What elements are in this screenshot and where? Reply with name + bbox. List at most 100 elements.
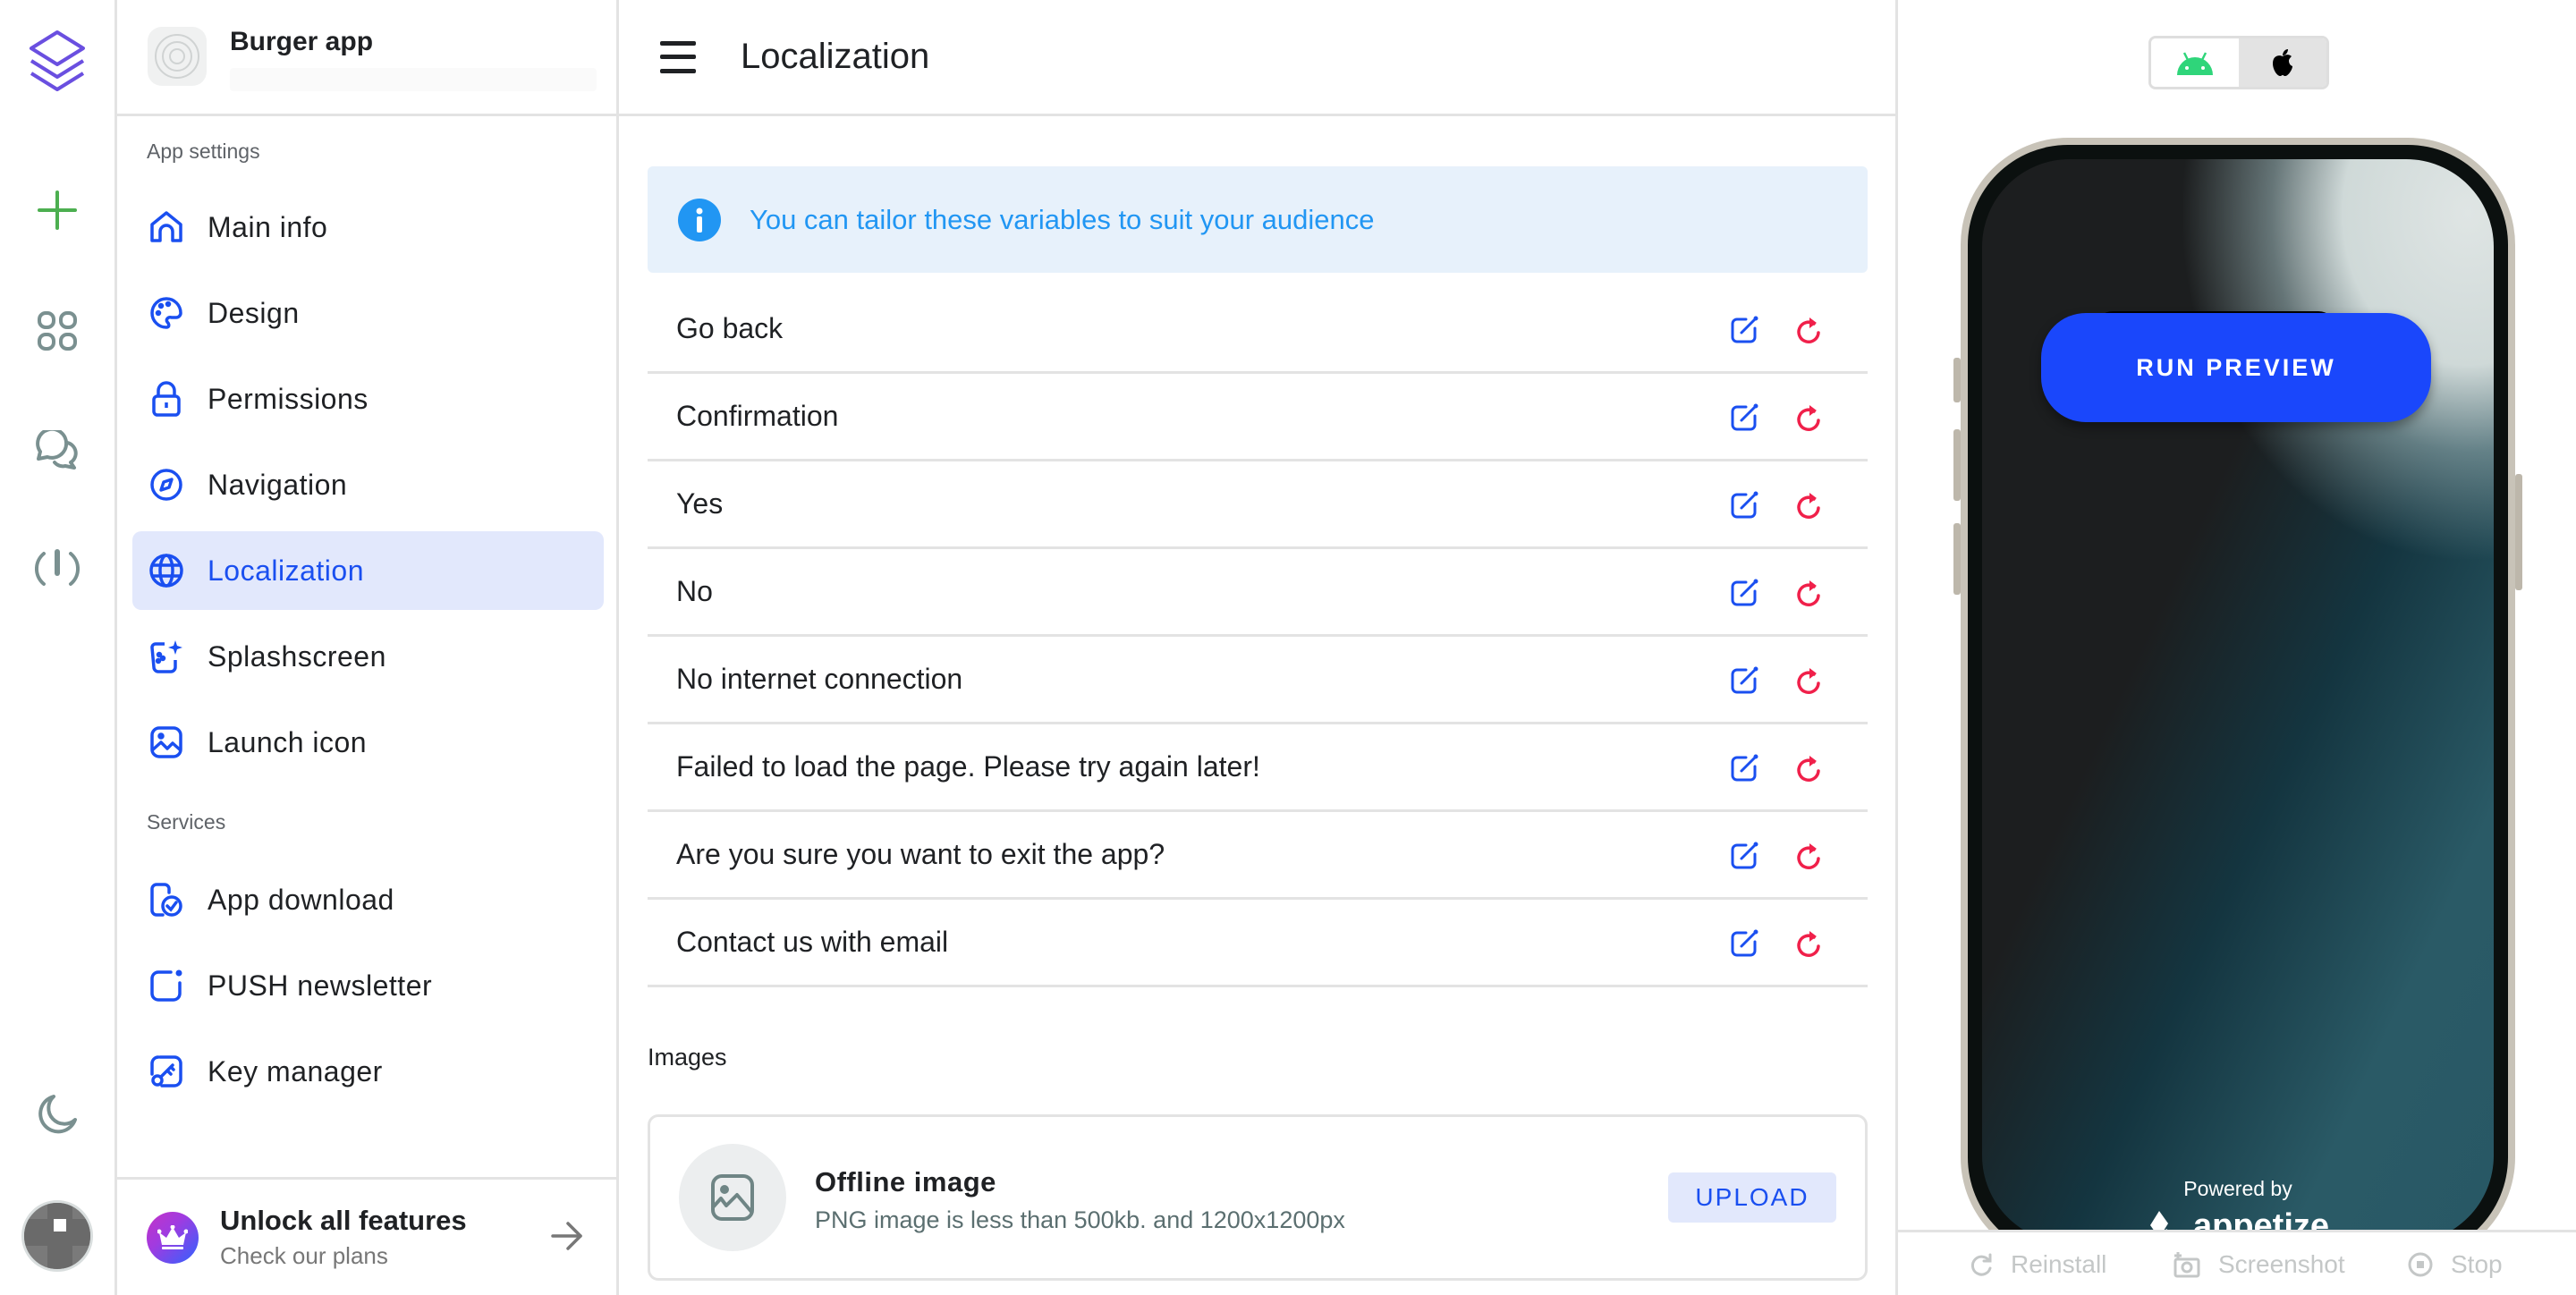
sidebar-item-key-manager[interactable]: Key manager bbox=[132, 1032, 604, 1111]
rail-home-button[interactable] bbox=[0, 25, 114, 97]
sidebar-item-label: Splashscreen bbox=[208, 639, 386, 673]
reset-icon[interactable] bbox=[1794, 928, 1823, 959]
camera-icon bbox=[2174, 1252, 2200, 1278]
edit-icon[interactable] bbox=[1730, 403, 1758, 432]
variable-row: Yes bbox=[648, 461, 1868, 549]
sidebar-item-label: Design bbox=[208, 296, 300, 329]
sidebar-item-label: Localization bbox=[208, 554, 364, 587]
app-header[interactable]: Burger app bbox=[117, 0, 616, 116]
edit-icon[interactable] bbox=[1730, 929, 1758, 958]
app-logo bbox=[148, 27, 207, 86]
stop-icon bbox=[2408, 1252, 2433, 1277]
sidebar-item-label: App download bbox=[208, 883, 394, 916]
home-icon bbox=[147, 207, 186, 247]
edit-icon[interactable] bbox=[1730, 842, 1758, 870]
sidebar-item-app-download[interactable]: App download bbox=[132, 860, 604, 939]
notification-icon bbox=[147, 966, 186, 1005]
image-placeholder bbox=[679, 1144, 786, 1251]
sidebar-item-push-newsletter[interactable]: PUSH newsletter bbox=[132, 946, 604, 1025]
android-icon bbox=[2177, 52, 2213, 75]
rail-chat-button[interactable] bbox=[0, 424, 114, 478]
os-toggle bbox=[2148, 36, 2329, 89]
reset-icon[interactable] bbox=[1794, 841, 1823, 871]
reset-icon[interactable] bbox=[1794, 665, 1823, 696]
images-heading: Images bbox=[648, 1044, 727, 1071]
user-avatar[interactable] bbox=[21, 1200, 93, 1272]
menu-icon[interactable] bbox=[660, 40, 696, 73]
phone-button bbox=[2515, 474, 2522, 590]
reset-icon[interactable] bbox=[1794, 578, 1823, 608]
device-preview-panel: Powered by appetize RUN PREVIEW Reinstal… bbox=[1898, 0, 2576, 1295]
variable-label: Confirmation bbox=[676, 400, 839, 432]
section-label-app-settings: App settings bbox=[147, 140, 260, 163]
edit-icon[interactable] bbox=[1730, 754, 1758, 783]
phone-frame: Powered by appetize bbox=[1961, 138, 2515, 1265]
page-title: Localization bbox=[741, 37, 930, 76]
settings-sidebar: Burger app App settings Main info Design… bbox=[117, 0, 619, 1295]
variable-label: No bbox=[676, 575, 713, 607]
compass-icon bbox=[147, 465, 186, 504]
arrow-right-icon[interactable] bbox=[550, 1221, 584, 1251]
layers-icon bbox=[30, 30, 85, 91]
upload-button[interactable]: UPLOAD bbox=[1668, 1172, 1836, 1223]
android-toggle-button[interactable] bbox=[2151, 38, 2239, 87]
preview-actions-bar: Reinstall Screenshot Stop bbox=[1898, 1230, 2576, 1295]
sidebar-item-splashscreen[interactable]: Splashscreen bbox=[132, 617, 604, 696]
offline-image-card: Offline image PNG image is less than 500… bbox=[648, 1114, 1868, 1281]
lock-icon bbox=[147, 379, 186, 419]
phone-button bbox=[1953, 523, 1961, 595]
info-banner: You can tailor these variables to suit y… bbox=[648, 166, 1868, 273]
variable-label: Yes bbox=[676, 487, 724, 520]
variable-row: Go back bbox=[648, 286, 1868, 374]
edit-icon[interactable] bbox=[1730, 316, 1758, 344]
edit-icon[interactable] bbox=[1730, 579, 1758, 607]
image-icon bbox=[147, 723, 186, 762]
variable-row: Confirmation bbox=[648, 374, 1868, 461]
unlock-subtitle: Check our plans bbox=[220, 1242, 388, 1269]
key-icon bbox=[147, 1052, 186, 1091]
sidebar-item-localization[interactable]: Localization bbox=[132, 531, 604, 610]
sidebar-item-permissions[interactable]: Permissions bbox=[132, 360, 604, 438]
screenshot-button[interactable]: Screenshot bbox=[2174, 1250, 2345, 1279]
sidebar-item-label: Navigation bbox=[208, 468, 348, 501]
info-text: You can tailor these variables to suit y… bbox=[750, 203, 1375, 235]
phone-button bbox=[1953, 358, 1961, 402]
reinstall-button[interactable]: Reinstall bbox=[1970, 1250, 2106, 1279]
rail-analytics-button[interactable] bbox=[0, 540, 114, 594]
globe-icon bbox=[147, 551, 186, 590]
sidebar-item-design[interactable]: Design bbox=[132, 274, 604, 352]
edit-icon[interactable] bbox=[1730, 666, 1758, 695]
run-preview-button[interactable]: RUN PREVIEW bbox=[2041, 313, 2431, 422]
speedometer-icon bbox=[35, 549, 80, 586]
image-icon bbox=[711, 1174, 754, 1221]
main-content: Localization You can tailor these variab… bbox=[619, 0, 1898, 1295]
stop-button[interactable]: Stop bbox=[2408, 1250, 2503, 1279]
image-card-description: PNG image is less than 500kb. and 1200x1… bbox=[815, 1206, 1345, 1233]
image-card-title: Offline image bbox=[815, 1166, 996, 1198]
rail-theme-toggle[interactable] bbox=[0, 1088, 114, 1141]
reload-icon bbox=[1970, 1253, 1992, 1276]
unlock-title: Unlock all features bbox=[220, 1205, 467, 1236]
reset-icon[interactable] bbox=[1794, 402, 1823, 433]
plus-icon bbox=[38, 190, 77, 230]
rail-add-button[interactable] bbox=[0, 179, 114, 241]
app-download-icon bbox=[147, 880, 186, 919]
ios-toggle-button[interactable] bbox=[2239, 38, 2326, 87]
chat-icon bbox=[36, 430, 78, 470]
rail-apps-button[interactable] bbox=[0, 304, 114, 358]
edit-icon[interactable] bbox=[1730, 491, 1758, 520]
sidebar-item-label: PUSH newsletter bbox=[208, 969, 433, 1002]
sidebar-item-label: Permissions bbox=[208, 382, 369, 415]
reset-icon[interactable] bbox=[1794, 490, 1823, 521]
reset-icon[interactable] bbox=[1794, 753, 1823, 783]
sidebar-item-navigation[interactable]: Navigation bbox=[132, 445, 604, 524]
reset-icon[interactable] bbox=[1794, 315, 1823, 345]
sidebar-item-launch-icon[interactable]: Launch icon bbox=[132, 703, 604, 782]
app-name: Burger app bbox=[230, 27, 374, 56]
variable-row: Are you sure you want to exit the app? bbox=[648, 812, 1868, 900]
variables-list: Go back Confirmation Yes No No internet conn… bbox=[648, 286, 1868, 987]
sidebar-item-main-info[interactable]: Main info bbox=[132, 188, 604, 267]
unlock-features-banner[interactable]: Unlock all features Check our plans bbox=[117, 1177, 616, 1295]
variable-row: Contact us with email bbox=[648, 900, 1868, 987]
powered-by-label: Powered by bbox=[2183, 1177, 2292, 1200]
